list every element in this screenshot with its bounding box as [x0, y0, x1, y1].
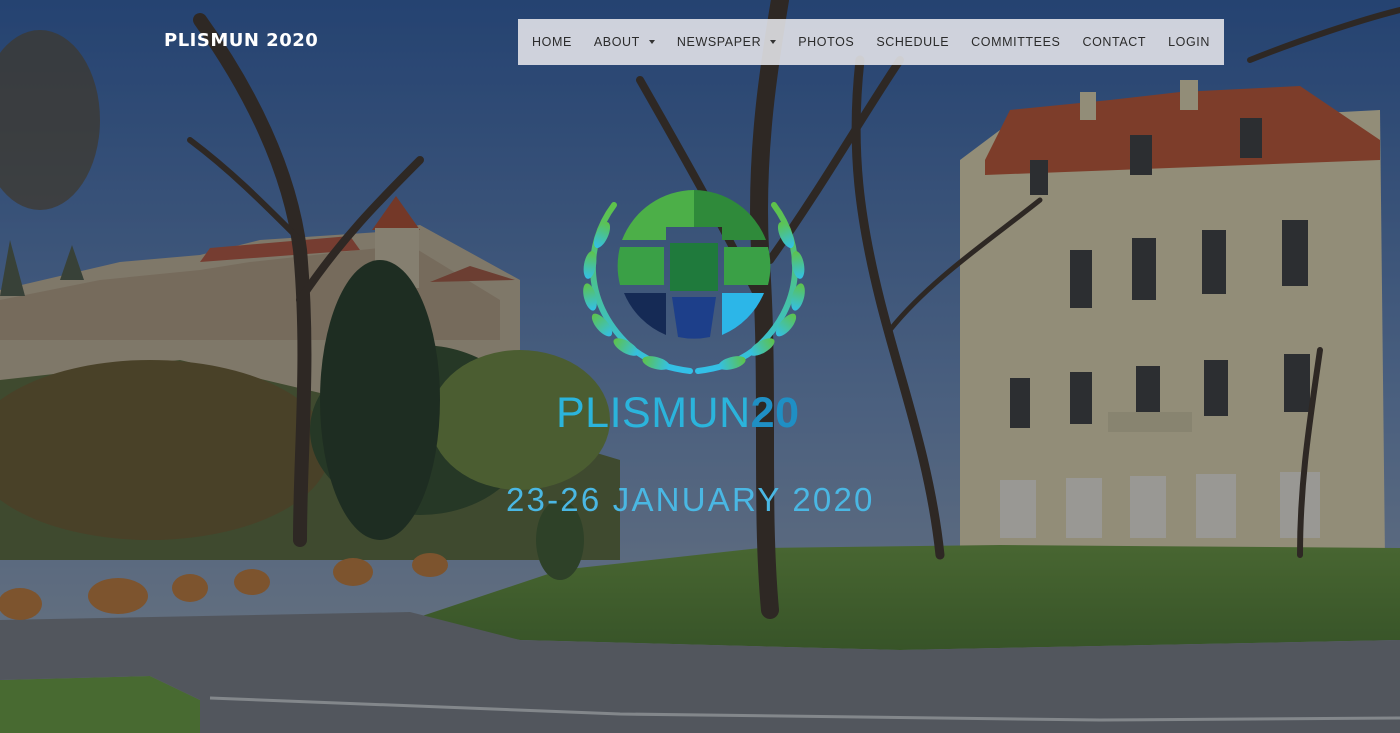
plismun-wordmark: PLISMUN20: [556, 388, 846, 438]
wordmark-year: 20: [750, 389, 800, 437]
nav-item-newspaper[interactable]: NEWSPAPER: [676, 35, 777, 49]
nav-item-label: COMMITTEES: [971, 35, 1061, 49]
nav-item-label: ABOUT: [593, 35, 640, 49]
nav-item-label: NEWSPAPER: [676, 35, 762, 49]
nav-item-label: HOME: [532, 35, 572, 49]
nav-item-photos[interactable]: PHOTOS: [798, 35, 854, 49]
nav-item-label: SCHEDULE: [876, 35, 950, 49]
nav-item-home[interactable]: HOME: [532, 35, 572, 49]
nav-item-label: PHOTOS: [798, 35, 855, 49]
site-brand-link[interactable]: PLISMUN 2020: [164, 30, 318, 51]
nav-item-about[interactable]: ABOUT: [594, 35, 655, 49]
site-header: PLISMUN 2020 HOME ABOUT NEWSPAPER PHOTOS…: [0, 0, 1400, 90]
nav-item-committees[interactable]: COMMITTEES: [971, 35, 1060, 49]
nav-item-schedule[interactable]: SCHEDULE: [876, 35, 949, 49]
plismun-emblem-logo: [583, 190, 805, 374]
nav-item-label: CONTACT: [1082, 35, 1147, 49]
nav-item-login[interactable]: LOGIN: [1168, 35, 1210, 49]
main-nav: HOME ABOUT NEWSPAPER PHOTOS SCHEDULE COM…: [518, 19, 1224, 65]
chevron-down-icon: [770, 40, 777, 44]
nav-item-label: LOGIN: [1168, 35, 1210, 49]
chevron-down-icon: [648, 40, 655, 44]
nav-item-contact[interactable]: CONTACT: [1082, 35, 1146, 49]
event-dates: 23-26 JANUARY 2020: [506, 481, 875, 518]
wordmark-text: PLISMUN: [556, 389, 751, 437]
